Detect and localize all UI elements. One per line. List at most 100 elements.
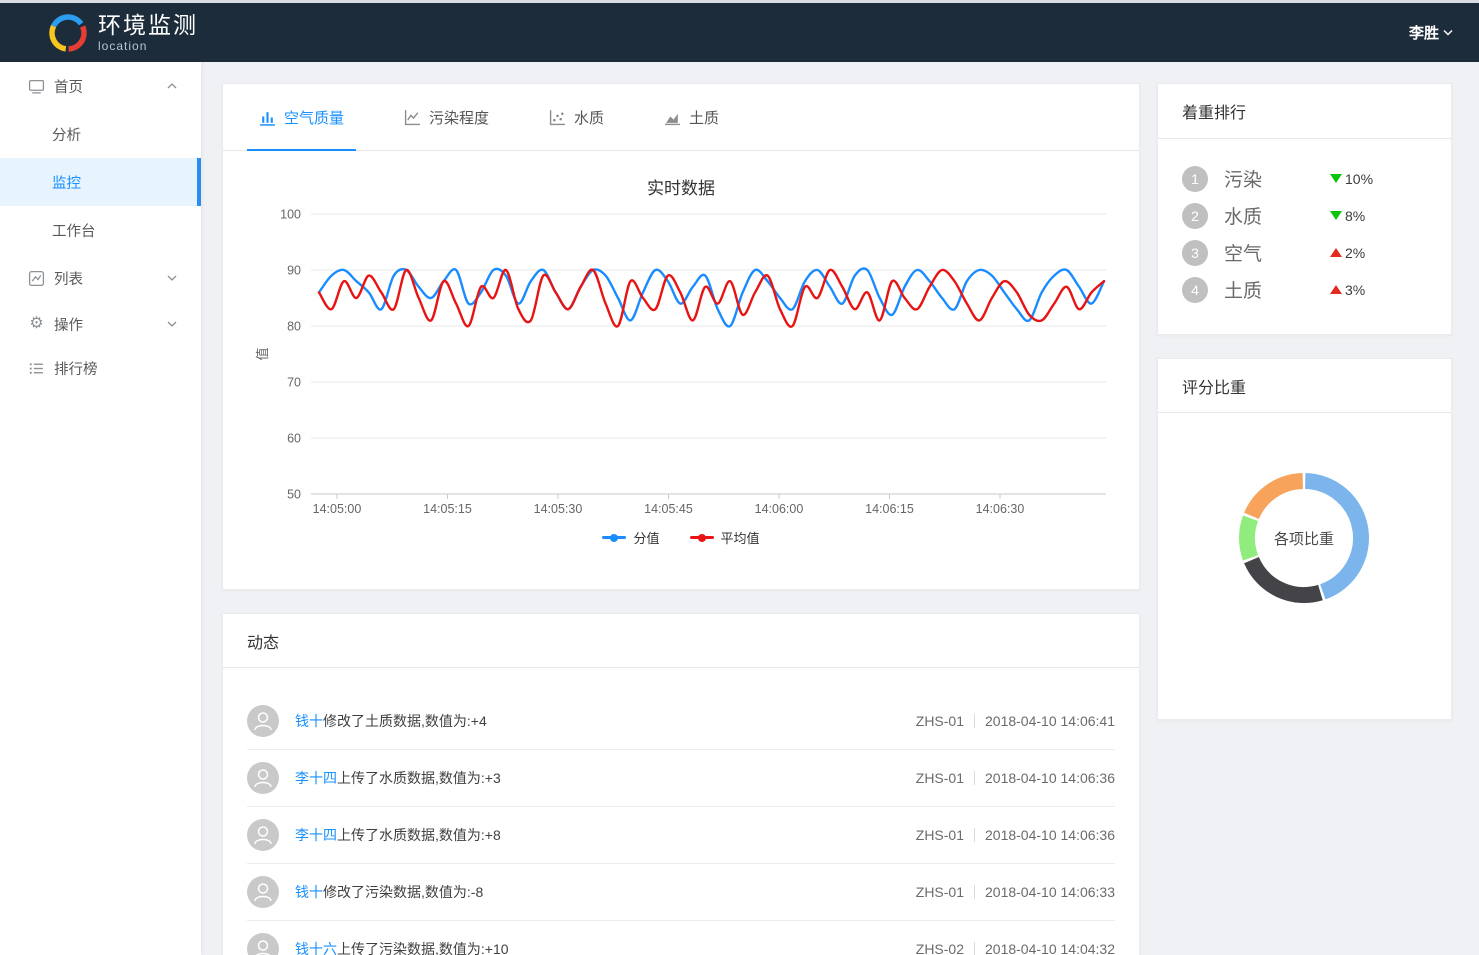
ranking-list-icon (28, 360, 45, 377)
avatar (247, 705, 279, 737)
svg-text:70: 70 (287, 376, 301, 390)
tab-soil-quality[interactable]: 土质 (652, 84, 731, 150)
activity-user-link[interactable]: 钱十六 (295, 941, 337, 955)
triangle-icon (1330, 211, 1342, 220)
activity-row: 钱十六上传了污染数据,数值为:+10 ZHS-02 2018-04-10 14:0… (247, 921, 1115, 955)
activity-title: 动态 (223, 614, 1139, 668)
timestamp: 2018-04-10 14:06:36 (985, 770, 1115, 786)
legend-item-average[interactable]: 平均值 (689, 528, 760, 547)
realtime-line-chart: 100 90 80 70 60 50 值 14:05:00 14:05:15 14:05:30 14… (255, 208, 1106, 516)
svg-text:14:06:00: 14:06:00 (755, 502, 804, 516)
tab-water-quality[interactable]: 水质 (537, 84, 616, 150)
rank-badge: 2 (1182, 202, 1208, 229)
tab-air-quality[interactable]: 空气质量 (247, 84, 357, 151)
chevron-down-icon (167, 275, 177, 281)
legend-line-dot-icon (689, 533, 714, 542)
activity-text: 上传了污染数据,数值为:+10 (337, 941, 509, 955)
device-id: ZHS-02 (915, 941, 964, 955)
activity-card: 动态 钱十修改了土质数据,数值为:+4 ZHS-01 2018-04-10 14:… (222, 613, 1140, 955)
triangle-icon (1330, 285, 1342, 294)
activity-text: 修改了土质数据,数值为:+4 (323, 713, 487, 729)
chevron-down-icon (1443, 29, 1453, 36)
legend-item-score[interactable]: 分值 (602, 528, 660, 547)
activity-text: 上传了水质数据,数值为:+8 (337, 827, 501, 843)
ranking-title: 着重排行 (1158, 84, 1451, 139)
app-logo: 环境监测 location (46, 11, 198, 55)
chevron-up-icon (167, 83, 177, 89)
sidebar-item-analysis[interactable]: 分析 (0, 110, 201, 158)
chart-legend: 分值 平均值 (223, 528, 1139, 547)
app-title: 环境监测 (98, 12, 198, 38)
line-chart-icon (28, 270, 45, 287)
ranking-card: 着重排行 1 污染 10% 2 水质 8% 3 空气 2% 4 土质 3% (1157, 83, 1452, 335)
avatar (247, 819, 279, 851)
app-subtitle: location (98, 39, 148, 53)
app-header: 环境监测 location 李胜 (0, 3, 1479, 62)
chevron-down-icon (167, 321, 177, 327)
timestamp: 2018-04-10 14:06:41 (985, 713, 1115, 729)
triangle-icon (1330, 174, 1342, 183)
home-icon (28, 78, 45, 95)
score-weight-title: 评分比重 (1158, 359, 1451, 413)
sidebar-item-operations[interactable]: ⚙ 操作 (0, 302, 201, 346)
ranking-row: 4 土质 3% (1182, 271, 1427, 308)
bar-chart-icon (259, 109, 276, 126)
activity-user-link[interactable]: 李十四 (295, 827, 337, 843)
ranking-list: 1 污染 10% 2 水质 8% 3 空气 2% 4 土质 3% (1158, 139, 1451, 308)
svg-text:100: 100 (280, 208, 301, 222)
svg-text:14:05:00: 14:05:00 (313, 502, 362, 516)
device-id: ZHS-01 (915, 884, 964, 900)
tab-bar: 空气质量 污染程度 水质 土质 (223, 84, 1139, 151)
trend-up-indicator: 3% (1330, 282, 1365, 298)
divider (974, 771, 975, 785)
area-chart-icon (664, 109, 681, 126)
avatar (247, 762, 279, 794)
rank-badge: 3 (1182, 239, 1208, 266)
svg-text:14:05:30: 14:05:30 (534, 502, 583, 516)
sidebar-item-list[interactable]: 列表 (0, 254, 201, 302)
sidebar: 首页 分析 监控 工作台 列表 ⚙ 操作 排行榜 (0, 62, 201, 955)
trend-down-indicator: 10% (1330, 171, 1373, 187)
scatter-chart-icon (549, 109, 566, 126)
svg-text:50: 50 (287, 488, 301, 502)
svg-text:80: 80 (287, 320, 301, 334)
avatar (247, 876, 279, 908)
sidebar-item-ranking[interactable]: 排行榜 (0, 346, 201, 390)
divider (974, 714, 975, 728)
svg-text:60: 60 (287, 432, 301, 446)
sidebar-item-home[interactable]: 首页 (0, 62, 201, 110)
device-id: ZHS-01 (915, 713, 964, 729)
timestamp: 2018-04-10 14:06:36 (985, 827, 1115, 843)
activity-row: 钱十修改了土质数据,数值为:+4 ZHS-01 2018-04-10 14:06:… (247, 693, 1115, 750)
monitor-chart-card: 空气质量 污染程度 水质 土质 实时数据 100 90 80 70 60 50 值 14:05… (222, 83, 1140, 590)
rank-badge: 4 (1182, 276, 1208, 303)
activity-user-link[interactable]: 李十四 (295, 770, 337, 786)
ranking-row: 2 水质 8% (1182, 197, 1427, 234)
svg-text:14:05:45: 14:05:45 (644, 502, 693, 516)
timestamp: 2018-04-10 14:04:32 (985, 941, 1115, 955)
rank-label: 污染 (1224, 170, 1263, 191)
activity-user-link[interactable]: 钱十 (295, 884, 323, 900)
sidebar-item-workbench[interactable]: 工作台 (0, 206, 201, 254)
trend-down-indicator: 8% (1330, 208, 1365, 224)
svg-text:值: 值 (255, 347, 270, 360)
tab-pollution-level[interactable]: 污染程度 (392, 84, 501, 150)
activity-row: 李十四上传了水质数据,数值为:+8 ZHS-01 2018-04-10 14:06… (247, 807, 1115, 864)
user-menu[interactable]: 李胜 (1409, 3, 1453, 62)
rank-label: 土质 (1224, 281, 1263, 302)
activity-row: 李十四上传了水质数据,数值为:+3 ZHS-01 2018-04-10 14:06… (247, 750, 1115, 807)
divider (974, 828, 975, 842)
timestamp: 2018-04-10 14:06:33 (985, 884, 1115, 900)
legend-line-dot-icon (602, 533, 627, 542)
score-weight-card: 评分比重 各项比重 (1157, 358, 1452, 720)
activity-text: 修改了污染数据,数值为:-8 (323, 884, 484, 900)
triangle-icon (1330, 248, 1342, 257)
activity-user-link[interactable]: 钱十 (295, 713, 323, 729)
divider (974, 942, 975, 955)
device-id: ZHS-01 (915, 770, 964, 786)
ranking-row: 1 污染 10% (1182, 160, 1427, 197)
sidebar-item-monitor[interactable]: 监控 (0, 158, 201, 206)
activity-text: 上传了水质数据,数值为:+3 (337, 770, 501, 786)
activity-list: 钱十修改了土质数据,数值为:+4 ZHS-01 2018-04-10 14:06:… (223, 668, 1139, 955)
donut-center-label: 各项比重 (1273, 530, 1334, 548)
